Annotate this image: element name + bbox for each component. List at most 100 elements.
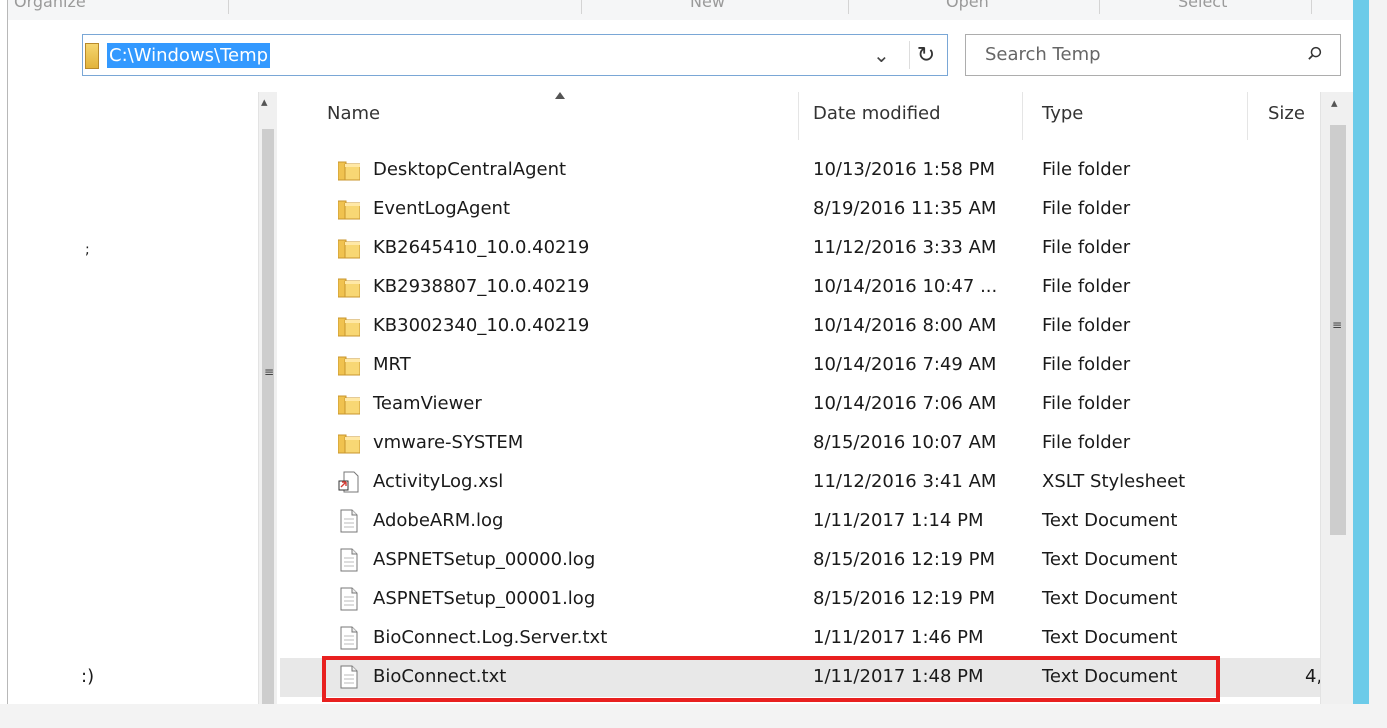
text-file-icon [340, 548, 358, 572]
file-row[interactable]: KB3002340_10.0.40219 10/14/2016 8:00 AM … [280, 307, 1320, 346]
xsl-file-icon [338, 471, 359, 493]
ribbon-group-labels: Organize New Open Select [8, 0, 1353, 20]
file-type: Text Document [1042, 588, 1178, 609]
file-type: File folder [1042, 276, 1131, 297]
text-file-icon [340, 587, 358, 611]
ribbon-group-open: Open [946, 0, 989, 11]
file-row[interactable]: ASPNETSetup_00001.log 8/15/2016 12:19 PM… [280, 580, 1320, 619]
scroll-up-icon[interactable]: ▴ [261, 95, 268, 110]
file-name: vmware-SYSTEM [373, 432, 524, 453]
file-type: File folder [1042, 198, 1131, 219]
bottom-strip [0, 704, 1387, 728]
file-name: ASPNETSetup_00001.log [373, 588, 596, 609]
column-header-size[interactable]: Size [1268, 103, 1305, 124]
file-date: 10/14/2016 8:00 AM [813, 315, 997, 336]
file-name: KB3002340_10.0.40219 [373, 315, 590, 336]
folder-icon [338, 395, 360, 415]
ribbon-group-select: Select [1178, 0, 1228, 11]
text-file-icon [340, 509, 358, 533]
highlight-box [322, 656, 1220, 702]
file-date: 10/14/2016 7:06 AM [813, 393, 997, 414]
scroll-up-icon[interactable]: ▴ [1331, 96, 1338, 111]
file-row[interactable]: MRT 10/14/2016 7:49 AM File folder [280, 346, 1320, 385]
file-row[interactable]: ActivityLog.xsl 11/12/2016 3:41 AM XSLT … [280, 463, 1320, 502]
column-header-type[interactable]: Type [1042, 103, 1083, 124]
file-type: Text Document [1042, 510, 1178, 531]
file-type: File folder [1042, 237, 1131, 258]
folder-icon [338, 317, 360, 337]
ribbon-separator [581, 0, 582, 14]
column-divider[interactable] [1022, 92, 1023, 140]
chevron-down-icon[interactable]: ⌄ [873, 43, 890, 67]
file-name: MRT [373, 354, 411, 375]
nav-item-label[interactable]: :) [81, 666, 94, 687]
search-box[interactable]: Search Temp [965, 34, 1341, 76]
file-row[interactable]: EventLogAgent 8/19/2016 11:35 AM File fo… [280, 190, 1320, 229]
folder-icon [85, 43, 99, 69]
ribbon-separator [1099, 0, 1100, 14]
file-date: 8/15/2016 12:19 PM [813, 549, 995, 570]
ribbon-separator [1311, 0, 1312, 14]
file-name: BioConnect.Log.Server.txt [373, 627, 608, 648]
file-name: ActivityLog.xsl [373, 471, 504, 492]
file-list: Name Date modified Type Size DesktopCent… [280, 92, 1334, 704]
explorer-window: Organize New Open Select C:\Windows\Temp… [8, 0, 1353, 704]
file-row[interactable]: BioConnect.Log.Server.txt 1/11/2017 1:46… [280, 619, 1320, 658]
search-placeholder: Search Temp [985, 44, 1101, 65]
window-accent-bar [1353, 0, 1369, 704]
file-date: 10/14/2016 10:47 ... [813, 276, 998, 297]
navigation-scrollbar[interactable]: ▴ ≡ [258, 92, 277, 704]
file-name: DesktopCentralAgent [373, 159, 567, 180]
folder-icon [338, 356, 360, 376]
column-divider[interactable] [1247, 92, 1248, 140]
file-name: KB2645410_10.0.40219 [373, 237, 590, 258]
file-row[interactable]: ASPNETSetup_00000.log 8/15/2016 12:19 PM… [280, 541, 1320, 580]
file-type: File folder [1042, 432, 1131, 453]
file-type: File folder [1042, 393, 1131, 414]
grip-icon: ≡ [1332, 318, 1343, 332]
file-date: 1/11/2017 1:46 PM [813, 627, 984, 648]
file-type: XSLT Stylesheet [1042, 471, 1186, 492]
file-row[interactable]: AdobeARM.log 1/11/2017 1:14 PM Text Docu… [280, 502, 1320, 541]
file-name: ASPNETSetup_00000.log [373, 549, 596, 570]
scroll-thumb[interactable] [262, 129, 274, 704]
ribbon-group-organize: Organize [14, 0, 86, 11]
window-left-border [0, 0, 8, 704]
navigation-pane: ; ) :) [81, 92, 261, 704]
file-date: 8/15/2016 10:07 AM [813, 432, 997, 453]
ribbon-group-new: New [690, 0, 725, 11]
folder-icon [338, 239, 360, 259]
file-type: Text Document [1042, 549, 1178, 570]
file-row[interactable]: vmware-SYSTEM 8/15/2016 10:07 AM File fo… [280, 424, 1320, 463]
file-date: 10/13/2016 1:58 PM [813, 159, 995, 180]
address-path[interactable]: C:\Windows\Temp [107, 43, 271, 68]
file-list-scrollbar[interactable]: ▴ ≡ [1320, 92, 1353, 704]
column-header-date-modified[interactable]: Date modified [813, 103, 941, 124]
refresh-button[interactable]: ↻ [909, 41, 942, 69]
address-bar[interactable]: C:\Windows\Temp ⌄ ↻ [82, 34, 948, 76]
file-date: 11/12/2016 3:41 AM [813, 471, 997, 492]
folder-icon [338, 200, 360, 220]
file-name: EventLogAgent [373, 198, 510, 219]
ribbon-separator [848, 0, 849, 14]
file-date: 8/15/2016 12:19 PM [813, 588, 995, 609]
file-row[interactable]: DesktopCentralAgent 10/13/2016 1:58 PM F… [280, 151, 1320, 190]
folder-icon [338, 278, 360, 298]
column-divider[interactable] [798, 92, 799, 140]
sort-ascending-icon [555, 92, 565, 99]
file-row[interactable]: KB2645410_10.0.40219 11/12/2016 3:33 AM … [280, 229, 1320, 268]
file-date: 10/14/2016 7:49 AM [813, 354, 997, 375]
file-date: 8/19/2016 11:35 AM [813, 198, 997, 219]
folder-icon [338, 161, 360, 181]
text-file-icon [340, 626, 358, 650]
column-header-name[interactable]: Name [327, 103, 380, 124]
search-icon[interactable] [1307, 46, 1322, 61]
file-row[interactable]: KB2938807_10.0.40219 10/14/2016 10:47 ..… [280, 268, 1320, 307]
file-type: File folder [1042, 315, 1131, 336]
grip-icon: ≡ [264, 365, 275, 379]
file-date: 11/12/2016 3:33 AM [813, 237, 997, 258]
nav-item-fragment[interactable]: ; [85, 242, 90, 258]
file-row[interactable]: TeamViewer 10/14/2016 7:06 AM File folde… [280, 385, 1320, 424]
file-name: KB2938807_10.0.40219 [373, 276, 590, 297]
file-name: AdobeARM.log [373, 510, 504, 531]
